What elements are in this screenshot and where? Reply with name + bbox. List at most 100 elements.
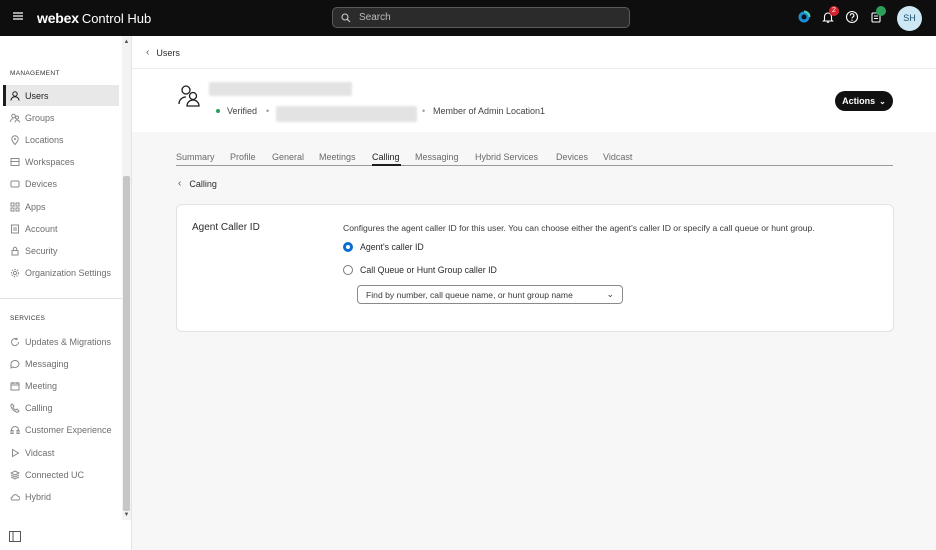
check-badge-icon xyxy=(876,6,886,16)
sidebar-item-calling[interactable]: Calling xyxy=(3,398,119,419)
scroll-down-icon[interactable]: ▼ xyxy=(123,512,130,518)
member-location: Member of Admin Location1 xyxy=(433,106,546,116)
sidebar-divider xyxy=(0,298,122,299)
chevron-down-icon: ⌄ xyxy=(606,289,614,299)
users-icon xyxy=(178,85,200,107)
sidebar-item-label: Meeting xyxy=(25,380,58,391)
sidebar-item-customer-experience[interactable]: Customer Experience xyxy=(3,420,119,441)
sidebar-item-groups[interactable]: Groups xyxy=(3,107,119,128)
sidebar-item-label: Updates & Migrations xyxy=(25,336,112,347)
sidebar-scroll-thumb[interactable] xyxy=(123,176,130,511)
sidebar-item-account[interactable]: Account xyxy=(3,218,119,239)
queue-hunt-group-select[interactable]: Find by number, call queue name, or hunt… xyxy=(357,285,623,304)
search-box[interactable] xyxy=(332,7,630,28)
sidebar-item-meeting[interactable]: Meeting xyxy=(3,375,119,396)
sidebar-item-organization-settings[interactable]: Organization Settings xyxy=(3,263,119,284)
content-area xyxy=(132,132,936,550)
verified-dot-icon xyxy=(216,109,220,113)
sidebar-item-label: Customer Experience xyxy=(25,425,112,436)
sidebar-item-workspaces[interactable]: Workspaces xyxy=(3,152,119,173)
location-pin-icon xyxy=(10,135,20,145)
actions-button[interactable]: Actions ⌄ xyxy=(835,91,893,111)
brand-logo[interactable]: webex Control Hub xyxy=(37,10,151,26)
sidebar-item-label: Groups xyxy=(25,112,55,123)
sidebar-item-label: Apps xyxy=(25,201,46,212)
tab-calling[interactable]: Calling xyxy=(372,152,400,162)
phone-icon xyxy=(10,403,20,413)
hamburger-menu-icon[interactable] xyxy=(13,11,23,23)
collapse-sidebar-icon[interactable] xyxy=(9,531,21,542)
tab-summary[interactable]: Summary xyxy=(176,152,215,162)
headset-icon xyxy=(10,425,20,435)
sidebar-item-label: Users xyxy=(25,90,49,101)
notification-badge: 2 xyxy=(829,6,839,16)
sidebar-item-label: Vidcast xyxy=(25,447,55,458)
cloud-icon xyxy=(10,492,20,502)
apps-icon xyxy=(10,202,20,212)
card-description: Configures the agent caller ID for this … xyxy=(343,223,815,233)
workspace-icon xyxy=(10,157,20,167)
section-title-management: MANAGEMENT xyxy=(10,70,60,77)
tab-meetings[interactable]: Meetings xyxy=(319,152,356,162)
avatar[interactable]: SH xyxy=(897,6,922,31)
groups-icon xyxy=(10,113,20,123)
gear-icon xyxy=(10,268,20,278)
sidebar-item-users[interactable]: Users xyxy=(3,85,119,106)
breadcrumb-users[interactable]: Users xyxy=(156,48,180,58)
tab-profile[interactable]: Profile xyxy=(230,152,256,162)
brand-name: webex xyxy=(37,10,79,26)
help-icon[interactable] xyxy=(845,10,859,24)
layers-icon xyxy=(10,470,20,480)
chat-icon xyxy=(10,359,20,369)
radio-label: Agent's caller ID xyxy=(360,242,424,252)
sidebar-item-apps[interactable]: Apps xyxy=(3,196,119,217)
brand-product: Control Hub xyxy=(81,11,152,26)
radio-agent-caller-id[interactable]: Agent's caller ID xyxy=(343,242,424,252)
chevron-down-icon: ⌄ xyxy=(879,96,886,106)
sidebar-item-vidcast[interactable]: Vidcast xyxy=(3,442,119,463)
radio-label: Call Queue or Hunt Group caller ID xyxy=(360,265,497,275)
tab-general[interactable]: General xyxy=(272,152,304,162)
webex-status-icon[interactable] xyxy=(797,10,811,24)
card-title: Agent Caller ID xyxy=(192,222,260,233)
lock-icon xyxy=(10,246,20,256)
radio-button-selected[interactable] xyxy=(343,242,353,252)
tab-hybrid-services[interactable]: Hybrid Services xyxy=(475,152,538,162)
sidebar-item-label: Connected UC xyxy=(25,469,85,480)
verified-label: Verified xyxy=(227,106,258,116)
device-icon xyxy=(10,179,20,189)
tab-vidcast[interactable]: Vidcast xyxy=(603,152,632,162)
sidebar-item-label: Calling xyxy=(25,403,53,414)
chevron-left-icon: ‹ xyxy=(146,47,150,58)
breadcrumb[interactable]: ‹ Users xyxy=(146,47,180,58)
sidebar-item-connected-uc[interactable]: Connected UC xyxy=(3,464,119,485)
sidebar-item-label: Workspaces xyxy=(25,157,75,168)
sidebar-item-label: Messaging xyxy=(25,358,69,369)
sidebar-item-label: Devices xyxy=(25,179,58,190)
sidebar-item-label: Hybrid xyxy=(25,491,52,502)
separator-dot: • xyxy=(422,106,426,116)
active-tab-indicator xyxy=(372,164,401,166)
refresh-icon xyxy=(10,337,20,347)
redacted-user-email xyxy=(276,106,417,122)
sidebar-item-hybrid[interactable]: Hybrid xyxy=(3,486,119,507)
section-title-services: SERVICES xyxy=(10,315,46,322)
redacted-user-name xyxy=(209,82,352,96)
account-icon xyxy=(10,224,20,234)
play-icon xyxy=(10,448,20,458)
tab-devices[interactable]: Devices xyxy=(556,152,588,162)
tab-messaging[interactable]: Messaging xyxy=(415,152,459,162)
sidebar-item-security[interactable]: Security xyxy=(3,240,119,261)
scroll-up-icon[interactable]: ▲ xyxy=(123,39,130,45)
back-calling-label: Calling xyxy=(189,178,217,189)
sidebar-item-messaging[interactable]: Messaging xyxy=(3,353,119,374)
sidebar-item-label: Organization Settings xyxy=(25,268,112,279)
sidebar-item-updates-and-migrations[interactable]: Updates & Migrations xyxy=(3,331,119,352)
sidebar-item-devices[interactable]: Devices xyxy=(3,174,119,195)
sidebar-item-locations[interactable]: Locations xyxy=(3,129,119,150)
radio-queue-hunt-group[interactable]: Call Queue or Hunt Group caller ID xyxy=(343,265,497,275)
sidebar-item-label: Locations xyxy=(25,134,64,145)
back-to-calling[interactable]: ‹ Calling xyxy=(178,178,217,189)
radio-button[interactable] xyxy=(343,265,353,275)
search-input[interactable] xyxy=(359,12,609,23)
